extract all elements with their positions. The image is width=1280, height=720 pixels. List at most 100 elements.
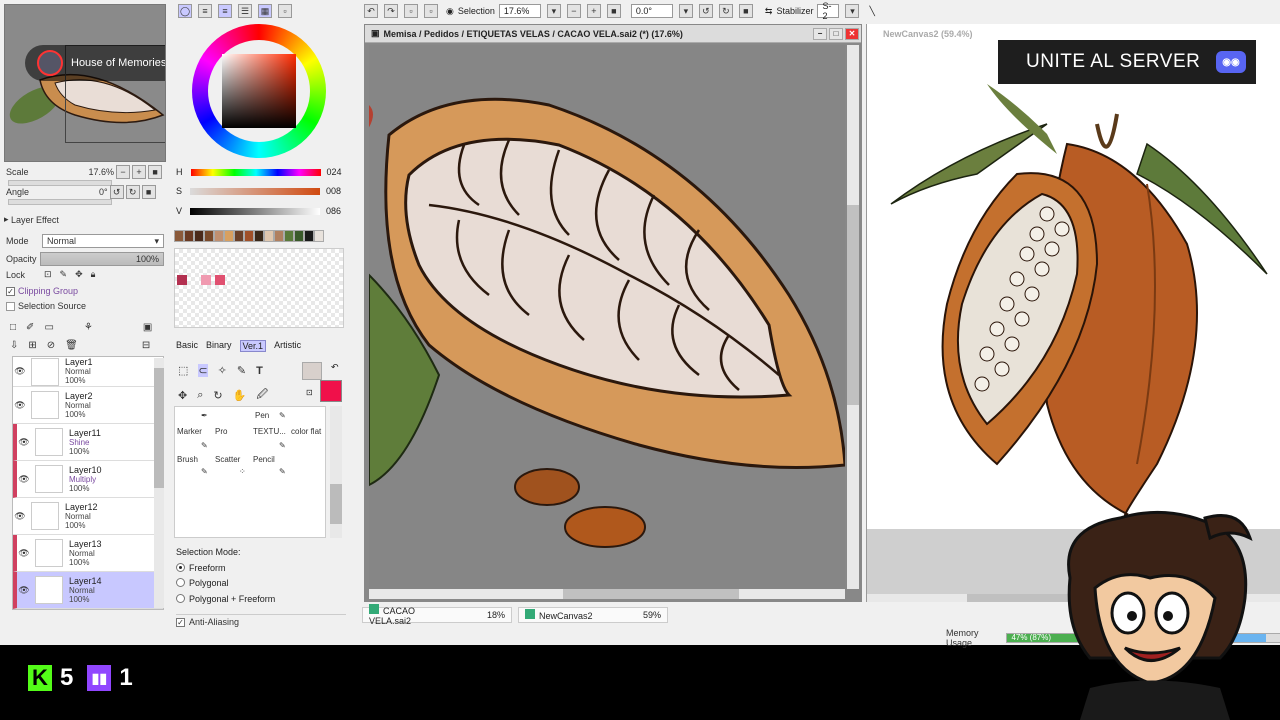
saturation-value-box[interactable] [222,54,296,128]
saturation-slider[interactable] [190,187,321,195]
swatch[interactable] [204,230,214,242]
scrollbar-thumb[interactable] [847,205,859,405]
transfer-down-icon[interactable]: ⇩ [10,340,18,351]
palette-mode-icon[interactable]: ☰ [238,4,252,18]
secondary-color-swatch[interactable] [302,362,322,380]
visibility-eye-icon[interactable]: 👁︎ [17,474,31,485]
lock-paint-icon[interactable]: ✎ [60,269,68,280]
zoom-field[interactable]: 17.6% [498,4,541,18]
blend-mode-select[interactable]: Normal ▾ [42,234,164,248]
zoom-dropdown-icon[interactable]: ▾ [546,4,561,18]
tool-pencil[interactable]: Pencil [253,455,275,464]
layer-row-selected[interactable]: 👁︎ Layer14 Normal 100% [13,572,163,609]
zoom-reset-icon[interactable]: ■ [606,4,621,18]
angle-slider[interactable] [8,199,112,205]
anti-aliasing-checkbox[interactable]: ✓ [176,617,185,627]
hand-icon[interactable]: ✋ [233,389,247,402]
swatch[interactable] [194,230,204,242]
layer-row[interactable]: 👁︎ Layer12 Normal 100% [13,498,163,535]
scratch-swatch[interactable] [215,275,225,285]
swatch[interactable] [214,230,224,242]
rotate-ccw-icon[interactable]: ↺ [698,4,713,18]
opacity-slider[interactable]: 100% [40,252,164,266]
clipping-group-row[interactable]: ✓ Clipping Group [6,286,78,296]
visibility-eye-icon[interactable]: 👁︎ [13,511,27,522]
tool-marker[interactable]: Marker [177,427,202,436]
tool-color-flat[interactable]: color flat [291,427,321,436]
merge-down-icon[interactable]: ⊞ [28,340,36,351]
transparent-color-icon[interactable]: ⊡ [306,388,313,397]
layer-list-scrollbar[interactable] [154,358,164,608]
layer-row[interactable]: 👁︎ Layer11 Shine 100% [13,424,163,461]
scratch-swatch[interactable] [177,275,187,285]
swatch[interactable] [314,230,324,242]
navigator-panel[interactable]: House of Memories [4,4,166,162]
color-wheel-mode-icon[interactable]: ◯ [178,4,192,18]
doc-tab-cacao[interactable]: CACAO VELA.sai2 18% [362,604,512,626]
rect-select-icon[interactable]: ⬚ [178,364,188,377]
layer-effect-header[interactable]: ▸ Layer Effect [4,214,59,225]
magic-wand-icon[interactable]: ✧ [218,364,227,377]
layer-row[interactable]: 👁︎ Layer10 Multiply 100% [13,461,163,498]
rotate-cw-icon[interactable]: ↻ [718,4,733,18]
new-folder-icon[interactable]: ▭ [44,322,53,333]
layer-row[interactable]: 👁︎ Layer1 Normal 100% [13,357,163,387]
minimize-icon[interactable]: − [813,27,827,40]
straight-line-icon[interactable]: ╲ [869,6,874,17]
drawing-canvas[interactable] [369,45,845,589]
rgb-slider-mode-icon[interactable]: ≡ [198,4,212,18]
rotate-left-button[interactable]: ↺ [109,185,124,199]
selection-pen-icon[interactable]: ✎ [237,364,246,377]
swatch[interactable] [284,230,294,242]
tool-scatter[interactable]: Scatter [215,455,240,464]
hue-slider[interactable] [190,168,321,176]
doc-tab-newcanvas2[interactable]: NewCanvas2 59% [518,607,668,623]
angle-dropdown-icon[interactable]: ▾ [678,4,693,18]
scratch-swatch[interactable] [201,275,211,285]
flip-horizontal-icon[interactable]: ⇆ [765,6,773,17]
layer-mask-icon[interactable]: ⚘ [84,322,93,333]
zoom-in-button[interactable]: + [132,165,147,179]
show-selection-icon[interactable]: ◉ [446,6,454,17]
rotate-right-button[interactable]: ↻ [125,185,140,199]
lock-all-icon[interactable]: 🔒︎ [91,269,96,280]
scratchpad-mode-icon[interactable]: ▦ [258,4,272,18]
tab-ver1[interactable]: Ver.1 [239,340,267,352]
canvas-titlebar[interactable]: ▣ Memisa / Pedidos / ETIQUETAS VELAS / C… [365,25,861,43]
deselect-icon[interactable]: ▫ [404,4,418,18]
clear-layer-icon[interactable]: ⊘ [47,340,55,351]
stabilizer-field[interactable]: S-2 [817,1,840,21]
swatch[interactable] [184,230,194,242]
layer-row[interactable]: 👁︎ Layer13 Normal 100% [13,535,163,572]
new-layer-icon[interactable]: □ [10,322,16,333]
radio-polygonal[interactable]: Polygonal [176,576,275,592]
radio-polygonal-freeform[interactable]: Polygonal + Freeform [176,592,275,608]
new-linework-layer-icon[interactable]: ✐ [26,322,34,333]
tool-brush[interactable]: Brush [177,455,198,464]
layer-row[interactable]: 👁︎ Layer2 Normal 100% [13,387,163,424]
tool-grid-scrollbar[interactable] [330,406,342,538]
anti-aliasing-row[interactable]: ✓ Anti-Aliasing [176,614,346,627]
rotate-reset-icon[interactable]: ■ [738,4,753,18]
selection-source-row[interactable]: Selection Source [6,301,86,311]
tab-artistic[interactable]: Artistic [274,340,301,352]
tab-binary[interactable]: Binary [206,340,232,352]
tool-pro[interactable]: Pro [215,427,227,436]
scrollbar-thumb[interactable] [154,368,164,488]
zoom-in-icon[interactable]: + [586,4,601,18]
swatch[interactable] [244,230,254,242]
swatch[interactable] [224,230,234,242]
eyedropper-icon[interactable]: 🖉 [256,386,268,405]
radio-button[interactable] [176,562,185,572]
swatch-mode-icon[interactable]: ▫ [278,4,292,18]
canvas-h-scrollbar[interactable] [369,589,845,599]
tool-pen[interactable]: Pen [255,411,269,420]
primary-color-swatch[interactable] [320,380,342,402]
scrollbar-thumb[interactable] [563,589,739,599]
rotate-reset-button[interactable]: ■ [141,185,156,199]
swatch[interactable] [274,230,284,242]
zoom-out-button[interactable]: − [116,165,131,179]
swatch[interactable] [264,230,274,242]
delete-layer-icon[interactable]: 🗑︎ [65,340,78,351]
canvas-v-scrollbar[interactable] [847,45,859,589]
